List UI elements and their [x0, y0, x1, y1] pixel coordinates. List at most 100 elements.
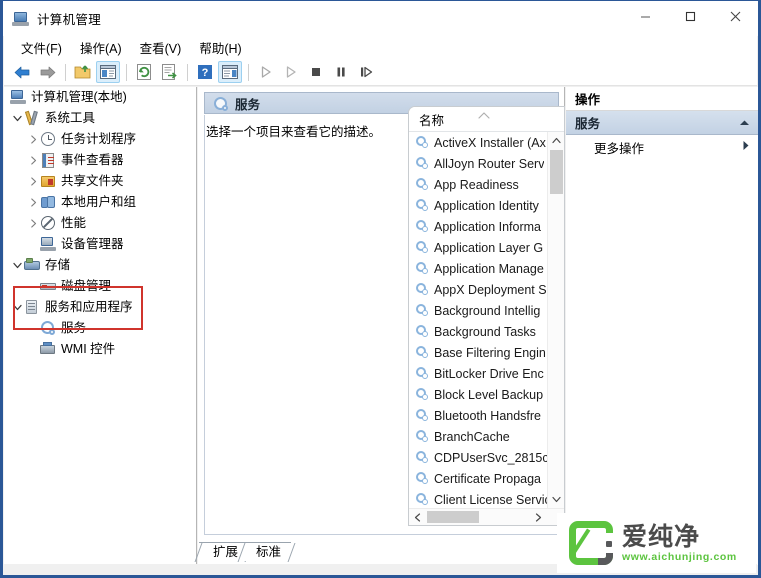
back-button[interactable] [10, 61, 34, 83]
maximize-button[interactable] [668, 1, 713, 32]
forward-button[interactable] [35, 61, 59, 83]
table-row[interactable]: Application Manage [409, 258, 547, 279]
tree-item-device-manager[interactable]: 设备管理器 [4, 234, 196, 255]
export-list-button[interactable] [157, 61, 181, 83]
chevron-right-icon[interactable] [26, 192, 40, 213]
tree-item-services-and-applications[interactable]: 服务和应用程序 [4, 297, 196, 318]
table-row[interactable]: Client License Servic [409, 489, 547, 508]
tree-item-disk-management[interactable]: 磁盘管理 [4, 276, 196, 297]
table-row[interactable]: Application Identity [409, 195, 547, 216]
menu-action[interactable]: 操作(A) [71, 36, 131, 59]
actions-group-services[interactable]: 服务 [566, 111, 758, 135]
tree-item-shared-folders[interactable]: 共享文件夹 [4, 171, 196, 192]
tree-item-label: 服务 [61, 321, 87, 335]
resume-service-button[interactable] [279, 61, 303, 83]
close-button[interactable] [713, 1, 758, 32]
services-rows[interactable]: ActiveX Installer (Ax AllJoyn Router Ser… [409, 132, 547, 508]
toolbar-separator [187, 63, 188, 81]
service-name: Background Tasks [434, 324, 536, 339]
vertical-scroll-thumb[interactable] [550, 150, 563, 194]
table-row[interactable]: Base Filtering Engin [409, 342, 547, 363]
service-icon [415, 345, 430, 360]
tree-item-label: 性能 [61, 216, 87, 230]
chevron-right-icon[interactable] [26, 171, 40, 192]
tree-item-label: 共享文件夹 [61, 174, 124, 188]
services-column-header[interactable]: 名称 [409, 107, 564, 132]
actions-pane: 操作 服务 更多操作 [566, 87, 758, 565]
menu-view[interactable]: 查看(V) [131, 36, 191, 59]
menu-help[interactable]: 帮助(H) [190, 36, 250, 59]
column-header-name[interactable]: 名称 [409, 110, 444, 129]
service-name: Client License Servic [434, 492, 547, 507]
performance-icon [40, 215, 57, 232]
table-row[interactable]: Application Informa [409, 216, 547, 237]
scroll-up-icon[interactable] [548, 132, 564, 149]
tab-standard[interactable]: 标准 [237, 542, 296, 562]
services-gear-icon [40, 320, 57, 337]
menu-file[interactable]: 文件(F) [12, 36, 71, 59]
table-row[interactable]: Background Intellig [409, 300, 547, 321]
table-row[interactable]: AppX Deployment S [409, 279, 547, 300]
table-row[interactable]: Background Tasks [409, 321, 547, 342]
chevron-down-icon[interactable] [10, 108, 24, 129]
table-row[interactable]: App Readiness [409, 174, 547, 195]
computer-management-icon [12, 10, 30, 28]
vertical-scrollbar[interactable] [547, 132, 564, 508]
table-row[interactable]: Block Level Backup [409, 384, 547, 405]
console-tree-pane[interactable]: 计算机管理(本地) 系统工具 任务计划程序 事件查看器 共享文件夹 本地用户和组… [4, 87, 197, 565]
chevron-down-icon[interactable] [10, 297, 24, 318]
chevron-down-icon[interactable] [10, 255, 24, 276]
horizontal-scrollbar[interactable] [409, 508, 564, 525]
service-name: ActiveX Installer (Ax [434, 135, 546, 150]
view-tabs: 扩展 标准 [194, 541, 296, 562]
service-icon [415, 240, 430, 255]
table-row[interactable]: ActiveX Installer (Ax [409, 132, 547, 153]
restart-service-button[interactable] [354, 61, 378, 83]
tree-item-task-scheduler[interactable]: 任务计划程序 [4, 129, 196, 150]
actions-group-label: 服务 [575, 117, 601, 131]
table-row[interactable]: Application Layer G [409, 237, 547, 258]
tree-item-event-viewer[interactable]: 事件查看器 [4, 150, 196, 171]
scroll-right-icon[interactable] [530, 509, 547, 525]
refresh-button[interactable] [132, 61, 156, 83]
tree-item-storage[interactable]: 存储 [4, 255, 196, 276]
tree-item-local-users-groups[interactable]: 本地用户和组 [4, 192, 196, 213]
scroll-down-icon[interactable] [548, 491, 564, 508]
table-row[interactable]: Certificate Propaga [409, 468, 547, 489]
up-one-level-button[interactable] [71, 61, 95, 83]
table-row[interactable]: BitLocker Drive Enc [409, 363, 547, 384]
services-list-view[interactable]: 名称 ActiveX Installer (Ax AllJoyn Router … [408, 106, 565, 526]
table-row[interactable]: AllJoyn Router Serv [409, 153, 547, 174]
horizontal-scroll-thumb[interactable] [427, 511, 479, 523]
service-name: BitLocker Drive Enc [434, 366, 544, 381]
show-hide-console-tree-button[interactable] [96, 61, 120, 83]
chevron-right-icon[interactable] [742, 140, 750, 154]
tree-item-root[interactable]: 计算机管理(本地) [4, 87, 196, 108]
chevron-right-icon[interactable] [26, 213, 40, 234]
tree-item-services[interactable]: 服务 [4, 318, 196, 339]
service-icon [415, 303, 430, 318]
table-row[interactable]: Bluetooth Handsfre [409, 405, 547, 426]
show-hide-action-pane-button[interactable] [218, 61, 242, 83]
chevron-right-icon[interactable] [26, 150, 40, 171]
service-icon [415, 387, 430, 402]
start-service-button[interactable] [254, 61, 278, 83]
pause-service-button[interactable] [329, 61, 353, 83]
tree-item-wmi-control[interactable]: WMI 控件 [4, 339, 196, 360]
minimize-button[interactable] [623, 1, 668, 32]
scroll-left-icon[interactable] [409, 509, 426, 525]
chevron-up-icon[interactable] [739, 116, 750, 130]
stop-service-button[interactable] [304, 61, 328, 83]
tree-item-system-tools[interactable]: 系统工具 [4, 108, 196, 129]
table-row[interactable]: CDPUserSvc_2815c [409, 447, 547, 468]
service-icon [415, 324, 430, 339]
tree-item-performance[interactable]: 性能 [4, 213, 196, 234]
help-button[interactable]: ? [193, 61, 217, 83]
chevron-right-icon[interactable] [26, 129, 40, 150]
tree-item-label: 设备管理器 [61, 237, 124, 251]
table-row[interactable]: BranchCache [409, 426, 547, 447]
tree-item-label: 系统工具 [45, 111, 96, 125]
service-icon [415, 156, 430, 171]
toolbar-separator [65, 63, 66, 81]
action-more-actions[interactable]: 更多操作 [566, 135, 758, 159]
